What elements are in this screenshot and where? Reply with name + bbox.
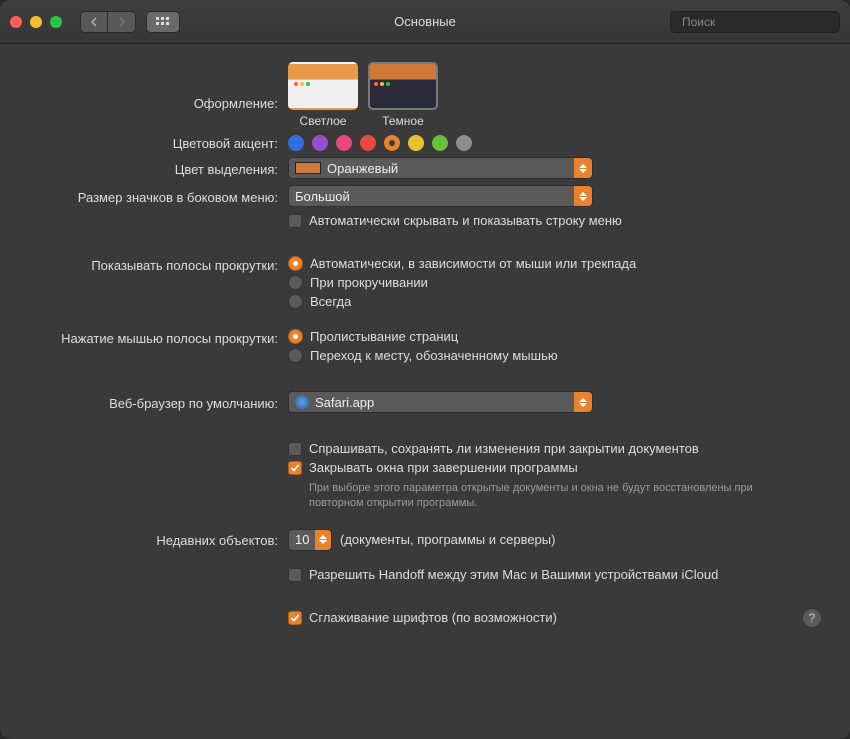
accent-color-1[interactable]: [312, 135, 328, 151]
highlight-swatch: [295, 162, 321, 174]
titlebar: Основные: [0, 0, 850, 44]
search-input[interactable]: [682, 15, 837, 29]
appearance-label: Оформление:: [28, 62, 288, 111]
radio-icon: [288, 329, 303, 344]
accent-color-5[interactable]: [408, 135, 424, 151]
preferences-content: Оформление: Светлое Темное: [0, 44, 850, 739]
close-window-button[interactable]: [10, 16, 22, 28]
appearance-thumb-light: [288, 62, 358, 110]
show-all-button[interactable]: [146, 11, 180, 33]
checkbox-icon: [288, 568, 302, 582]
bottom-row: Сглаживание шрифтов (по возможности) ?: [28, 588, 822, 628]
font-smoothing-checkbox[interactable]: Сглаживание шрифтов (по возможности): [288, 610, 557, 625]
radio-icon: [288, 275, 303, 290]
back-button[interactable]: [80, 11, 108, 33]
accent-color-picker: [288, 135, 822, 151]
appearance-option-light[interactable]: Светлое: [288, 62, 358, 128]
checkbox-checked-icon: [288, 461, 302, 475]
recent-items-suffix: (документы, программы и серверы): [340, 532, 555, 547]
scrollbars-radiogroup: Автоматически, в зависимости от мыши или…: [288, 256, 822, 309]
menubar-autohide-checkbox[interactable]: Автоматически скрывать и показывать стро…: [288, 213, 822, 228]
safari-icon: [295, 395, 309, 409]
default-browser-popup[interactable]: Safari.app: [288, 391, 593, 413]
sidebar-icon-size-popup[interactable]: Большой: [288, 185, 593, 207]
radio-icon: [288, 256, 303, 271]
checkbox-icon: [288, 442, 302, 456]
scrollbar-click-radiogroup: Пролистывание страниц Переход к месту, об…: [288, 329, 822, 363]
recent-items-popup[interactable]: 10: [288, 529, 332, 551]
highlight-label: Цвет выделения:: [28, 160, 288, 177]
forward-button[interactable]: [108, 11, 136, 33]
nav-back-forward: [80, 11, 136, 33]
scrollbars-option-1[interactable]: При прокручивании: [288, 275, 822, 290]
accent-color-4[interactable]: [384, 135, 400, 151]
scrollbar-click-option-0[interactable]: Пролистывание страниц: [288, 329, 822, 344]
appearance-thumb-dark: [368, 62, 438, 110]
sidebar-icon-size-value: Большой: [295, 189, 350, 204]
zoom-window-button[interactable]: [50, 16, 62, 28]
chevron-up-down-icon: [574, 186, 592, 206]
appearance-caption-dark: Темное: [368, 114, 438, 128]
chevron-left-icon: [90, 17, 98, 27]
recent-items-value: 10: [295, 532, 309, 547]
minimize-window-button[interactable]: [30, 16, 42, 28]
scrollbars-option-2[interactable]: Всегда: [288, 294, 822, 309]
grid-icon: [156, 17, 170, 27]
default-browser-label: Веб-браузер по умолчанию:: [28, 394, 288, 411]
checkbox-icon: [288, 214, 302, 228]
scrollbars-label: Показывать полосы прокрутки:: [28, 256, 288, 273]
scrollbars-option-label-1: При прокручивании: [310, 275, 428, 290]
checkbox-checked-icon: [288, 611, 302, 625]
accent-color-2[interactable]: [336, 135, 352, 151]
accent-label: Цветовой акцент:: [28, 134, 288, 151]
scrollbar-click-option-1[interactable]: Переход к месту, обозначенному мышью: [288, 348, 822, 363]
recent-items-label: Недавних объектов:: [28, 531, 288, 548]
appearance-option-dark[interactable]: Темное: [368, 62, 438, 128]
help-button[interactable]: ?: [802, 608, 822, 628]
window-controls: [10, 16, 62, 28]
accent-color-6[interactable]: [432, 135, 448, 151]
accent-color-7[interactable]: [456, 135, 472, 151]
search-field[interactable]: [670, 11, 840, 33]
scrollbars-option-label-0: Автоматически, в зависимости от мыши или…: [310, 256, 636, 271]
ask-save-checkbox[interactable]: Спрашивать, сохранять ли изменения при з…: [288, 441, 822, 456]
chevron-up-down-icon: [574, 158, 592, 178]
font-smoothing-label: Сглаживание шрифтов (по возможности): [309, 610, 557, 625]
appearance-options: Светлое Темное: [288, 62, 822, 128]
highlight-color-popup[interactable]: Оранжевый: [288, 157, 593, 179]
highlight-value: Оранжевый: [327, 161, 398, 176]
handoff-label: Разрешить Handoff между этим Mac и Вашим…: [309, 567, 718, 582]
preferences-window: Основные Оформление: Светлое: [0, 0, 850, 739]
radio-icon: [288, 294, 303, 309]
menubar-autohide-label: Автоматически скрывать и показывать стро…: [309, 213, 622, 228]
scrollbar-click-option-label-0: Пролистывание страниц: [310, 329, 458, 344]
chevron-up-down-icon: [574, 392, 592, 412]
close-windows-label: Закрывать окна при завершении программы: [309, 460, 578, 475]
scrollbars-option-label-2: Всегда: [310, 294, 351, 309]
ask-save-label: Спрашивать, сохранять ли изменения при з…: [309, 441, 699, 456]
chevron-right-icon: [118, 17, 126, 27]
accent-color-3[interactable]: [360, 135, 376, 151]
scrollbar-click-label: Нажатие мышью полосы прокрутки:: [28, 329, 288, 346]
radio-icon: [288, 348, 303, 363]
chevron-up-down-icon: [315, 530, 331, 550]
scrollbar-click-option-label-1: Переход к месту, обозначенному мышью: [310, 348, 558, 363]
handoff-checkbox[interactable]: Разрешить Handoff между этим Mac и Вашим…: [288, 567, 822, 582]
close-windows-hint: При выборе этого параметра открытые доку…: [288, 479, 808, 511]
accent-color-0[interactable]: [288, 135, 304, 151]
default-browser-value: Safari.app: [315, 395, 374, 410]
scrollbars-option-0[interactable]: Автоматически, в зависимости от мыши или…: [288, 256, 822, 271]
close-windows-checkbox[interactable]: Закрывать окна при завершении программы: [288, 460, 822, 475]
sidebar-icon-size-label: Размер значков в боковом меню:: [28, 188, 288, 205]
appearance-caption-light: Светлое: [288, 114, 358, 128]
